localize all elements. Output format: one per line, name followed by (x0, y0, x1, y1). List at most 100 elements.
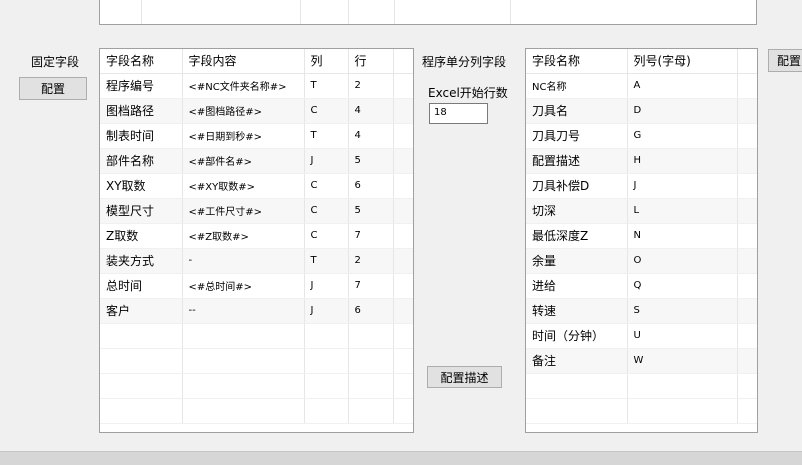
cell-field-name[interactable]: 余量 (526, 248, 628, 274)
table-row[interactable]: 余量 O (526, 248, 757, 274)
cell-column-letter[interactable] (627, 398, 738, 424)
cell-filler[interactable] (393, 323, 413, 349)
cell-filler[interactable] (737, 73, 757, 99)
cell-field-content[interactable]: <#总时间#> (182, 273, 305, 299)
top-data-grid[interactable] (99, 0, 757, 25)
cell-row[interactable]: 7 (348, 273, 394, 299)
cell-field-name[interactable]: 程序编号 (100, 73, 183, 99)
table-row[interactable]: 配置描述 H (526, 148, 757, 174)
cell-column-letter[interactable]: W (627, 348, 738, 374)
cell-filler[interactable] (393, 248, 413, 274)
cell-filler[interactable] (393, 123, 413, 149)
cell-filler[interactable] (737, 123, 757, 149)
column-header-row[interactable]: 行 (348, 49, 394, 74)
cell-filler[interactable] (393, 398, 413, 424)
cell-filler[interactable] (393, 223, 413, 249)
cell-filler[interactable] (393, 73, 413, 99)
cell-row[interactable]: 4 (348, 98, 394, 124)
table-row[interactable]: 制表时间 <#日期到秒#> T 4 (100, 123, 413, 149)
cell-field-name[interactable]: 刀具补偿D (526, 173, 628, 199)
cell-row[interactable] (348, 323, 394, 349)
cell-filler[interactable] (393, 98, 413, 124)
cell-column[interactable]: J (304, 273, 349, 299)
cell-field-name[interactable]: 制表时间 (100, 123, 183, 149)
cell-column-letter[interactable]: S (627, 298, 738, 324)
cell-field-name[interactable]: 备注 (526, 348, 628, 374)
column-header-column-letter[interactable]: 列号(字母) (627, 49, 738, 74)
table-row[interactable]: 最低深度Z N (526, 223, 757, 249)
empty-row[interactable] (100, 373, 413, 399)
empty-row[interactable] (526, 398, 757, 424)
cell-filler[interactable] (393, 273, 413, 299)
cell-column[interactable] (304, 373, 349, 399)
cell-field-name[interactable]: 部件名称 (100, 148, 183, 174)
excel-start-row-input[interactable]: 18 (429, 103, 488, 124)
cell-field-name[interactable] (100, 323, 183, 349)
cell-field-content[interactable]: -- (182, 298, 305, 324)
table-row[interactable]: 进给 Q (526, 273, 757, 299)
cell-field-name[interactable] (100, 373, 183, 399)
cell-field-content[interactable]: <#日期到秒#> (182, 123, 305, 149)
cell-column-letter[interactable]: A (627, 73, 738, 99)
cell-field-content[interactable] (182, 373, 305, 399)
table-row[interactable]: 转速 S (526, 298, 757, 324)
cell-filler[interactable] (737, 398, 757, 424)
column-header-field-name[interactable]: 字段名称 (100, 49, 183, 74)
column-header-column[interactable]: 列 (304, 49, 349, 74)
cell-filler[interactable] (393, 298, 413, 324)
table-row[interactable]: 程序编号 <#NC文件夹名称#> T 2 (100, 73, 413, 99)
fixed-fields-grid[interactable]: 字段名称 字段内容 列 行 程序编号 <#NC文件夹名称#> T 2 图档路径 <#图档路… (99, 48, 414, 433)
cell-column[interactable]: T (304, 73, 349, 99)
cell-field-name[interactable]: 进给 (526, 273, 628, 299)
cell-field-name[interactable]: 切深 (526, 198, 628, 224)
table-row[interactable]: 刀具刀号 G (526, 123, 757, 149)
table-row[interactable]: 时间（分钟） U (526, 323, 757, 349)
cell-column-letter[interactable]: D (627, 98, 738, 124)
cell-column-letter[interactable]: L (627, 198, 738, 224)
cell-filler[interactable] (393, 348, 413, 374)
cell-row[interactable]: 6 (348, 173, 394, 199)
cell-field-content[interactable]: <#图档路径#> (182, 98, 305, 124)
bottom-scrollbar[interactable] (0, 451, 802, 465)
config-description-button[interactable]: 配置描述 (427, 366, 502, 388)
cell-field-content[interactable] (182, 348, 305, 374)
cell-column-letter[interactable]: G (627, 123, 738, 149)
table-row[interactable]: 刀具名 D (526, 98, 757, 124)
cell-row[interactable]: 5 (348, 198, 394, 224)
cell-column[interactable]: C (304, 173, 349, 199)
cell-column[interactable]: T (304, 123, 349, 149)
cell-field-name[interactable]: 最低深度Z (526, 223, 628, 249)
empty-row[interactable] (526, 373, 757, 399)
cell-row[interactable]: 5 (348, 148, 394, 174)
cell-field-name[interactable]: 时间（分钟） (526, 323, 628, 349)
empty-row[interactable] (100, 323, 413, 349)
cell-column[interactable]: T (304, 248, 349, 274)
cell-field-name[interactable] (100, 348, 183, 374)
cell-column-letter[interactable]: O (627, 248, 738, 274)
cell-filler[interactable] (737, 323, 757, 349)
cell-filler[interactable] (393, 373, 413, 399)
cell-filler[interactable] (737, 273, 757, 299)
table-row[interactable]: 备注 W (526, 348, 757, 374)
cell-field-content[interactable]: <#NC文件夹名称#> (182, 73, 305, 99)
cell-column[interactable]: C (304, 223, 349, 249)
cell-field-content[interactable]: <#工件尺寸#> (182, 198, 305, 224)
cell-filler[interactable] (737, 348, 757, 374)
cell-field-name[interactable]: 模型尺寸 (100, 198, 183, 224)
empty-row[interactable] (100, 398, 413, 424)
cell-field-name[interactable]: NC名称 (526, 73, 628, 99)
cell-field-content[interactable]: <#部件名#> (182, 148, 305, 174)
cell-filler[interactable] (737, 173, 757, 199)
cell-field-content[interactable]: <#Z取数#> (182, 223, 305, 249)
cell-row[interactable]: 6 (348, 298, 394, 324)
cell-field-name[interactable]: 客户 (100, 298, 183, 324)
cell-column[interactable]: C (304, 98, 349, 124)
cell-column-letter[interactable] (627, 373, 738, 399)
cell-field-name[interactable] (100, 398, 183, 424)
cell-row[interactable]: 4 (348, 123, 394, 149)
cell-field-name[interactable]: 装夹方式 (100, 248, 183, 274)
column-header-field-content[interactable]: 字段内容 (182, 49, 305, 74)
table-row[interactable]: XY取数 <#XY取数#> C 6 (100, 173, 413, 199)
cell-row[interactable] (348, 398, 394, 424)
cell-filler[interactable] (737, 373, 757, 399)
